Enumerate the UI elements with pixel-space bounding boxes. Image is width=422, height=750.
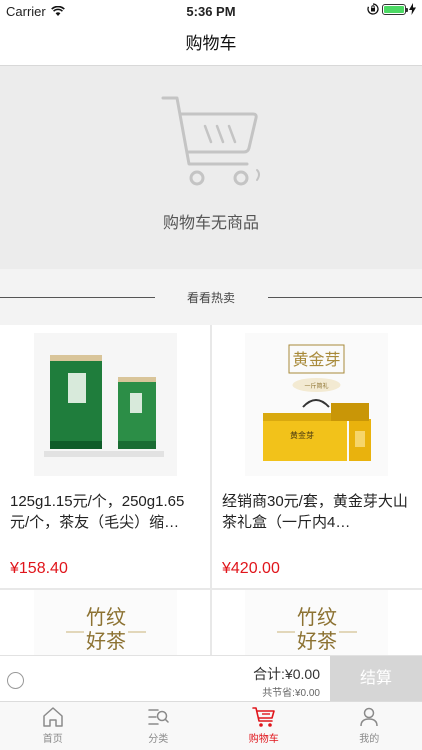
tab-home[interactable]: 首页 — [0, 702, 106, 750]
empty-cart-message: 购物车无商品 — [162, 215, 259, 232]
tab-label: 首页 — [42, 734, 63, 745]
product-image-text-1: 竹纹 — [86, 605, 126, 629]
product-brand-text: 黄金芽 — [292, 350, 340, 369]
saved-amount: 共节省:¥0.00 — [262, 688, 320, 699]
tab-category[interactable]: 分类 — [106, 702, 212, 750]
cart-icon — [251, 707, 275, 727]
product-sub-text: 一斤简礼 — [304, 382, 328, 390]
product-card[interactable]: 黄金芽 一斤简礼 黄金芽 经销商30元/套，黄金芽大山茶礼盒（一斤内4… ¥42… — [212, 325, 422, 588]
product-image: 竹纹 好茶 — [34, 590, 177, 655]
shopping-cart-icon — [161, 96, 260, 186]
product-image-text-2: 好茶 — [297, 629, 337, 653]
charging-icon — [409, 3, 416, 15]
battery-icon — [382, 3, 408, 15]
tab-bar: 首页 分类 购物车 我的 — [0, 701, 422, 750]
select-all-radio[interactable] — [7, 672, 24, 689]
product-card[interactable]: 竹纹 好茶 — [212, 590, 422, 655]
screen: Carrier 5:36 PM 购物车 购物车无商品 看看热卖 125g1.15… — [0, 0, 422, 750]
home-icon — [43, 707, 63, 727]
tab-label: 分类 — [148, 734, 169, 745]
status-bar: Carrier 5:36 PM — [0, 0, 422, 22]
product-price: ¥420.00 — [222, 560, 280, 577]
tab-cart[interactable]: 购物车 — [211, 702, 317, 750]
orientation-lock-icon — [367, 3, 379, 15]
product-title: 125g1.15元/个，250g1.65元/个，茶友（毛尖）缩… — [10, 493, 185, 531]
tab-label: 购物车 — [248, 734, 279, 745]
status-time: 5:36 PM — [186, 4, 236, 19]
hot-section-divider: 看看热卖 — [0, 269, 422, 325]
product-image-text-1: 竹纹 — [297, 605, 337, 629]
product-grid: 125g1.15元/个，250g1.65元/个，茶友（毛尖）缩… ¥158.40… — [0, 325, 422, 655]
product-image — [34, 333, 177, 476]
category-icon — [148, 709, 169, 725]
empty-cart-panel: 购物车无商品 — [0, 66, 422, 269]
product-price: ¥158.40 — [10, 560, 68, 577]
product-title: 经销商30元/套，黄金芽大山茶礼盒（一斤内4… — [222, 493, 408, 531]
product-image: 黄金芽 一斤简礼 黄金芽 — [245, 333, 388, 476]
tab-label: 我的 — [359, 734, 380, 745]
divider-line-right — [268, 297, 422, 298]
profile-icon — [360, 707, 378, 727]
page-title: 购物车 — [185, 34, 237, 53]
tab-profile[interactable]: 我的 — [317, 702, 422, 750]
checkout-bar: 合计:¥0.00 共节省:¥0.00 结算 — [0, 655, 422, 702]
product-box-text: 黄金芽 — [290, 430, 314, 440]
product-image: 竹纹 好茶 — [245, 590, 388, 655]
total-amount: 合计:¥0.00 — [253, 666, 320, 682]
checkout-button[interactable]: 结算 — [330, 656, 422, 702]
product-card[interactable]: 竹纹 好茶 — [0, 590, 210, 655]
status-right — [367, 3, 416, 15]
nav-bar: 购物车 — [0, 22, 422, 66]
product-card[interactable]: 125g1.15元/个，250g1.65元/个，茶友（毛尖）缩… ¥158.40 — [0, 325, 210, 588]
product-image-text-2: 好茶 — [86, 629, 126, 653]
